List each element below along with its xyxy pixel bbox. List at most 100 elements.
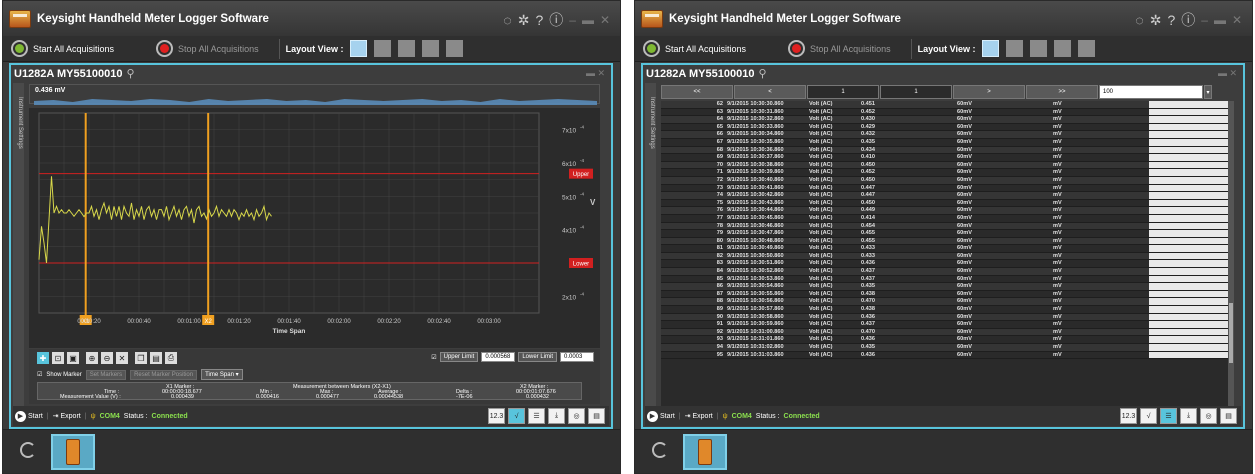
stop-all-button[interactable]: Stop All Acquisitions [788,40,891,57]
start-all-button[interactable]: Start All Acquisitions [643,40,746,57]
table-view-icon[interactable]: ☰ [1160,408,1177,424]
table-row[interactable]: 73 9/1/2015 10:30:41.860 Volt (AC) 0.447 60m… [661,184,1228,193]
layout-two-columns-icon[interactable] [1006,40,1024,57]
record-icon[interactable]: ◎ [1200,408,1217,424]
info-icon[interactable]: ⓘ [549,10,563,30]
table-row[interactable]: 62 9/1/2015 10:30:30.860 Volt (AC) 0.451 60m… [661,101,1228,109]
trend-view-icon[interactable]: √ [508,408,525,424]
table-row[interactable]: 75 9/1/2015 10:30:43.860 Volt (AC) 0.450 60m… [661,199,1228,208]
copy-icon[interactable]: ❐ [135,352,147,364]
upper-limit-input[interactable]: 0.000568 [481,352,516,362]
layout-four-grid-icon[interactable] [422,40,440,57]
crosshair-icon[interactable]: ✚ [37,352,49,364]
maximize-button[interactable]: ▬ [582,13,594,27]
refresh-icon[interactable] [20,442,36,458]
layout-six-grid-icon[interactable] [446,40,464,57]
trend-view-icon[interactable]: √ [1140,408,1157,424]
zoom-box-icon[interactable]: ⊡ [52,352,64,364]
reset-marker-button[interactable]: Reset Marker Position [130,369,198,380]
maximize-button[interactable]: ▬ [1214,13,1226,27]
table-row[interactable]: 95 9/1/2015 10:31:03.860 Volt (AC) 0.436 60m… [661,351,1228,360]
search-icon[interactable]: ⚲ [758,67,766,80]
table-row[interactable]: 90 9/1/2015 10:30:58.860 Volt (AC) 0.436 60m… [661,313,1228,322]
help-icon[interactable]: ? [1167,12,1175,28]
instrument-settings-tab[interactable]: Instrument Settings [13,83,24,407]
table-row[interactable]: 82 9/1/2015 10:30:50.860 Volt (AC) 0.433 60m… [661,252,1228,261]
table-row[interactable]: 64 9/1/2015 10:30:32.860 Volt (AC) 0.430 60m… [661,116,1228,124]
minimize-button[interactable]: – [569,13,576,27]
zoom-in-icon[interactable]: ⊕ [86,352,98,364]
sync-icon[interactable]: ◌ [503,12,511,28]
panel-close-icon[interactable]: ▬ ✕ [1218,68,1237,79]
time-span-dropdown[interactable]: Time Span ▾ [201,369,243,380]
layout-four-grid-icon[interactable] [1054,40,1072,57]
table-row[interactable]: 94 9/1/2015 10:31:02.860 Volt (AC) 0.435 60m… [661,344,1228,352]
table-row[interactable]: 87 9/1/2015 10:30:55.860 Volt (AC) 0.438 60m… [661,290,1228,299]
table-row[interactable]: 77 9/1/2015 10:30:45.860 Volt (AC) 0.414 60m… [661,214,1228,223]
table-row[interactable]: 76 9/1/2015 10:30:44.860 Volt (AC) 0.449 60m… [661,207,1228,215]
table-row[interactable]: 69 9/1/2015 10:30:37.860 Volt (AC) 0.410 60m… [661,154,1228,162]
rows-per-page-select[interactable]: 100 [1099,85,1203,99]
fit-icon[interactable]: ✕ [116,352,128,364]
instrument-settings-tab[interactable]: Instrument Settings [645,83,656,407]
set-markers-button[interactable]: Set Markers [85,369,127,380]
rows-per-page-arrow-icon[interactable]: ▾ [1204,85,1212,99]
layout-two-rows-icon[interactable] [398,40,416,57]
first-page-button[interactable]: << [661,85,733,99]
minimize-button[interactable]: – [1201,13,1208,27]
help-icon[interactable]: ? [535,12,543,28]
next-page-button[interactable]: > [953,85,1025,99]
table-row[interactable]: 66 9/1/2015 10:30:34.860 Volt (AC) 0.432 60m… [661,131,1228,139]
refresh-icon[interactable] [652,442,668,458]
start-button[interactable]: ▶ Start [647,410,675,422]
table-row[interactable]: 83 9/1/2015 10:30:51.860 Volt (AC) 0.436 60m… [661,260,1228,269]
save-image-icon[interactable]: ▣ [67,352,79,364]
table-row[interactable]: 67 9/1/2015 10:30:35.860 Volt (AC) 0.435 60m… [661,138,1228,147]
table-row[interactable]: 80 9/1/2015 10:30:48.860 Volt (AC) 0.455 60m… [661,237,1228,246]
gear-icon[interactable]: ✲ [518,12,530,29]
info-icon[interactable]: ⓘ [1181,10,1195,30]
layout-two-rows-icon[interactable] [1030,40,1048,57]
download-icon[interactable]: ⤓ [1180,408,1197,424]
panel-close-icon[interactable]: ▬ ✕ [586,68,605,79]
scrollbar-thumb[interactable] [1229,303,1233,363]
save-icon[interactable]: ▤ [150,352,162,364]
table-row[interactable]: 92 9/1/2015 10:31:00.860 Volt (AC) 0.470 60m… [661,328,1228,337]
limits-checkbox[interactable]: ☑ [431,354,436,361]
document-icon[interactable]: ▤ [1220,408,1237,424]
table-row[interactable]: 89 9/1/2015 10:30:57.860 Volt (AC) 0.438 60m… [661,306,1228,314]
layout-single-icon[interactable] [982,40,1000,57]
search-icon[interactable]: ⚲ [126,67,134,80]
record-icon[interactable]: ◎ [568,408,585,424]
table-row[interactable]: 79 9/1/2015 10:30:47.860 Volt (AC) 0.455 60m… [661,230,1228,238]
digits-view-button[interactable]: 12.3 [1120,408,1137,424]
start-all-button[interactable]: Start All Acquisitions [11,40,114,57]
digits-view-button[interactable]: 12.3 [488,408,505,424]
close-button[interactable]: ✕ [600,13,610,27]
stop-all-button[interactable]: Stop All Acquisitions [156,40,259,57]
start-button[interactable]: ▶ Start [15,410,43,422]
table-row[interactable]: 85 9/1/2015 10:30:53.860 Volt (AC) 0.437 60m… [661,275,1228,284]
table-row[interactable]: 84 9/1/2015 10:30:52.860 Volt (AC) 0.437 60m… [661,268,1228,276]
table-row[interactable]: 93 9/1/2015 10:31:01.860 Volt (AC) 0.436 60m… [661,336,1228,344]
table-row[interactable]: 81 9/1/2015 10:30:49.860 Volt (AC) 0.433 60m… [661,245,1228,253]
table-row[interactable]: 71 9/1/2015 10:30:39.860 Volt (AC) 0.452 60m… [661,169,1228,177]
show-marker-checkbox[interactable]: ☑ [37,371,42,378]
table-scrollbar[interactable] [1228,101,1234,407]
device-thumbnail[interactable] [51,434,95,470]
layout-two-columns-icon[interactable] [374,40,392,57]
print-icon[interactable]: ⎙ [165,352,177,364]
sync-icon[interactable]: ◌ [1135,12,1143,28]
table-row[interactable]: 88 9/1/2015 10:30:56.860 Volt (AC) 0.470 60m… [661,298,1228,307]
export-button[interactable]: ⇥ Export [685,412,713,421]
prev-page-button[interactable]: < [734,85,806,99]
trend-chart[interactable]: X1 X2 7x10 -4 6x10 -4 5x10 -4 4x10 -4 2x10 -4 Upper L… [29,108,600,348]
layout-single-icon[interactable] [350,40,368,57]
table-row[interactable]: 91 9/1/2015 10:30:59.860 Volt (AC) 0.437 60m… [661,321,1228,329]
table-row[interactable]: 74 9/1/2015 10:30:42.860 Volt (AC) 0.447 60m… [661,192,1228,200]
lower-limit-input[interactable]: 0.0003 [560,352,594,362]
download-icon[interactable]: ⤓ [548,408,565,424]
table-row[interactable]: 86 9/1/2015 10:30:54.860 Volt (AC) 0.435 60m… [661,283,1228,291]
document-icon[interactable]: ▤ [588,408,605,424]
export-button[interactable]: ⇥ Export [53,412,81,421]
